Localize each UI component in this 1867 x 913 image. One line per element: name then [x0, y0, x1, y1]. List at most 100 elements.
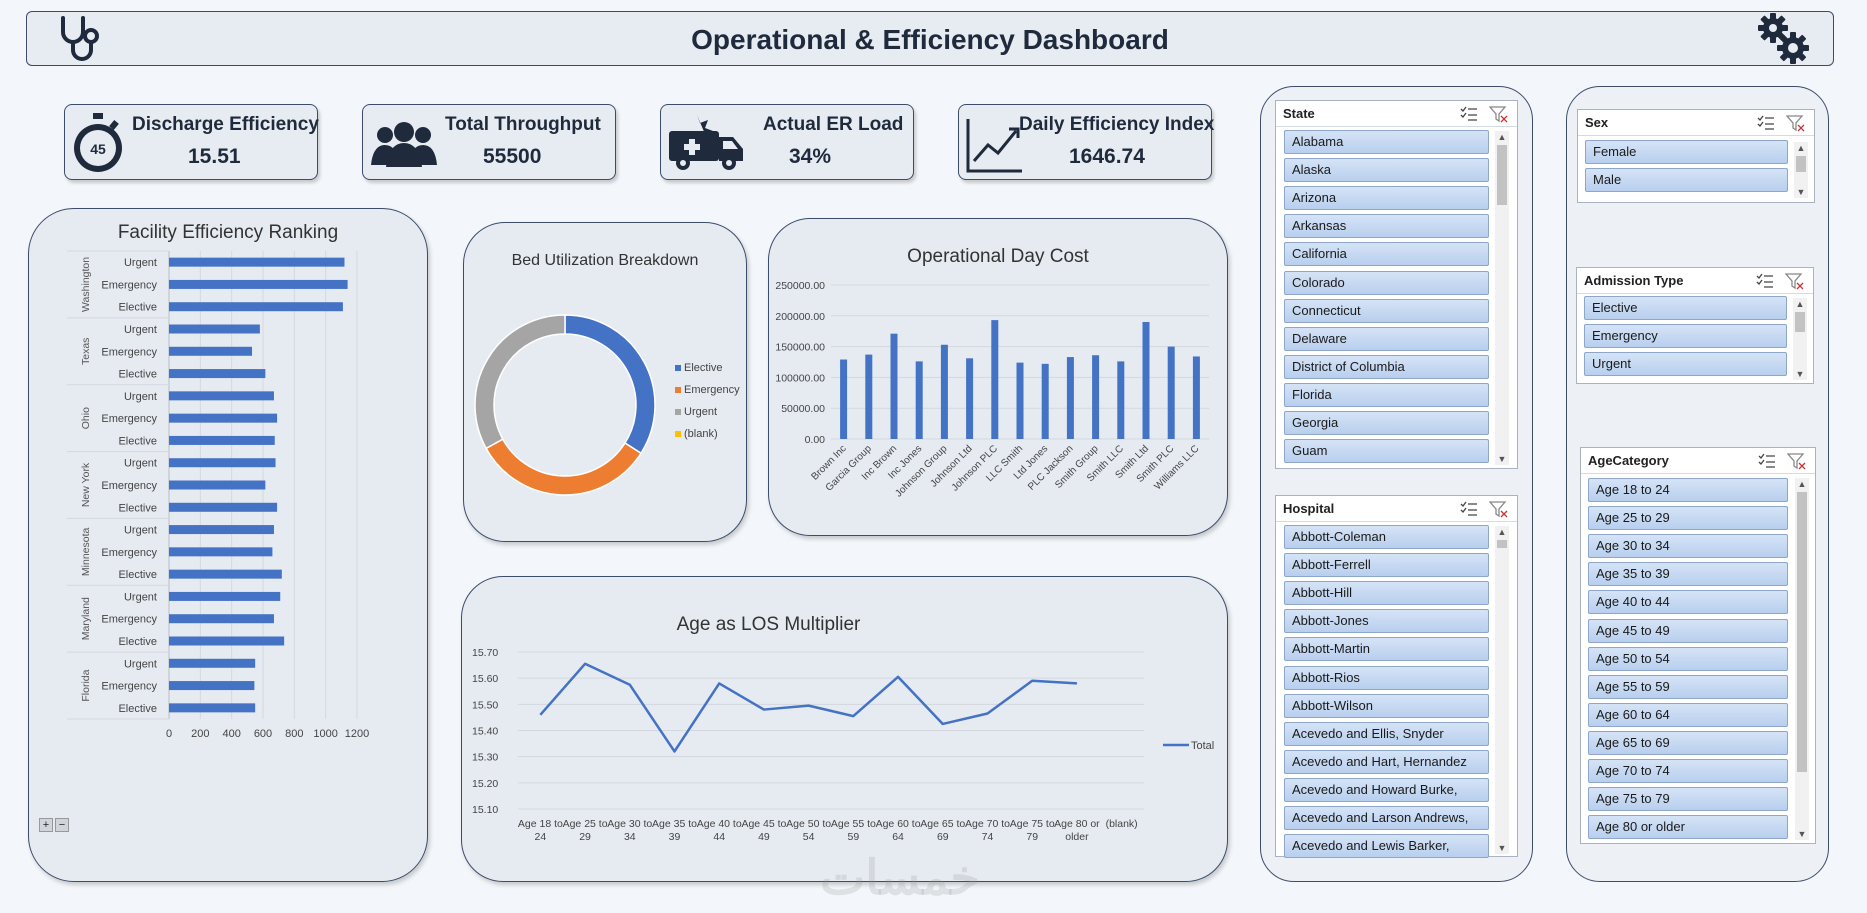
bar	[169, 547, 273, 557]
multi-select-icon[interactable]	[1459, 500, 1479, 518]
slicer-item[interactable]: Age 18 to 24	[1588, 478, 1788, 502]
slicer-item[interactable]: District of Columbia	[1284, 354, 1489, 379]
scroll-thumb[interactable]	[1796, 156, 1806, 172]
scroll-up-icon[interactable]: ▲	[1793, 298, 1807, 310]
slicer-item[interactable]: Age 55 to 59	[1588, 674, 1788, 699]
x-tick-label: Age 35 to 39	[652, 818, 697, 843]
x-tick-label: 200	[191, 728, 209, 740]
slicer-item[interactable]: Female	[1585, 140, 1788, 164]
slicer-scrollbar[interactable]: ▲ ▼	[1795, 478, 1809, 840]
slicer-title: Admission Type	[1584, 273, 1684, 288]
slicer-item[interactable]: Age 75 to 79	[1588, 787, 1788, 812]
scroll-up-icon[interactable]: ▲	[1795, 478, 1809, 490]
multi-select-icon[interactable]	[1757, 452, 1777, 470]
slicer-item[interactable]: Age 80 or older	[1588, 815, 1788, 840]
kpi-label: Discharge Efficiency	[132, 114, 319, 135]
dashboard-header: Operational & Efficiency Dashboard	[26, 11, 1834, 66]
bar	[1167, 346, 1175, 439]
slicer-item[interactable]: Acevedo and Lewis Barker,	[1284, 834, 1489, 859]
slicer-item[interactable]: Connecticut	[1284, 298, 1489, 323]
slicer-item[interactable]: Acevedo and Ellis, Snyder	[1284, 721, 1489, 746]
clear-filter-icon[interactable]	[1787, 452, 1807, 470]
y-tick-label: 150000.00	[775, 342, 825, 354]
clear-filter-icon[interactable]	[1489, 105, 1509, 123]
slicer-item[interactable]: Age 60 to 64	[1588, 702, 1788, 727]
svg-text:45: 45	[90, 141, 106, 157]
scroll-down-icon[interactable]: ▼	[1794, 186, 1808, 198]
slicer-item[interactable]: Abbott-Wilson	[1284, 693, 1489, 718]
slicer-item[interactable]: Abbott-Martin	[1284, 637, 1489, 662]
slicer-item[interactable]: Age 40 to 44	[1588, 590, 1788, 615]
slicer-item[interactable]: Acevedo and Howard Burke,	[1284, 777, 1489, 802]
slicer-item[interactable]: Emergency	[1584, 324, 1787, 348]
multi-select-icon[interactable]	[1459, 105, 1479, 123]
kpi-value: 55500	[483, 145, 542, 168]
clear-filter-icon[interactable]	[1786, 114, 1806, 132]
slicer-item[interactable]: Florida	[1284, 382, 1489, 407]
scroll-thumb[interactable]	[1497, 145, 1507, 205]
operational-day-cost-chart: 0.00 50000.00 100000.00 150000.00 200000.00 2…	[775, 280, 1209, 499]
x-tick-label: Age 18 to 24	[518, 818, 563, 843]
legend-label: Urgent	[684, 406, 717, 418]
bar	[840, 359, 848, 439]
slicer-item[interactable]: Abbott-Coleman	[1284, 525, 1489, 549]
slicer-item[interactable]: Guam	[1284, 439, 1489, 464]
multi-select-icon[interactable]	[1755, 272, 1775, 290]
scroll-up-icon[interactable]: ▲	[1495, 526, 1509, 538]
slicer-item[interactable]: Colorado	[1284, 270, 1489, 295]
slicer-item[interactable]: Acevedo and Hart, Hernandez	[1284, 749, 1489, 774]
scroll-up-icon[interactable]: ▲	[1495, 131, 1509, 143]
slicer-item[interactable]: Age 35 to 39	[1588, 562, 1788, 587]
scroll-down-icon[interactable]: ▼	[1795, 828, 1809, 840]
legend-label: Total	[1191, 740, 1214, 752]
slicer-item[interactable]: Abbott-Hill	[1284, 581, 1489, 606]
slicer-item[interactable]: Age 30 to 34	[1588, 534, 1788, 559]
slicer-item[interactable]: Male	[1585, 168, 1788, 192]
slicer-item[interactable]: Urgent	[1584, 352, 1787, 376]
slicer-scrollbar[interactable]: ▲ ▼	[1495, 131, 1509, 465]
scroll-thumb[interactable]	[1497, 540, 1507, 548]
slicer-item[interactable]: Age 70 to 74	[1588, 759, 1788, 783]
category-label: Elective	[118, 435, 157, 447]
hospital-slicer: Hospital Abbott-Coleman Abbott-Ferrell Abb…	[1275, 495, 1518, 859]
slicer-item[interactable]: Alaska	[1284, 158, 1489, 183]
collapse-button[interactable]: −	[55, 818, 69, 832]
clear-filter-icon[interactable]	[1489, 500, 1509, 518]
x-tick-label: Age 65 to 69	[920, 818, 965, 843]
slicer-item[interactable]: Age 65 to 69	[1588, 730, 1788, 755]
slicer-header: AgeCategory	[1581, 448, 1815, 474]
trend-up-icon	[966, 119, 1022, 173]
slicer-scrollbar[interactable]: ▲ ▼	[1794, 142, 1808, 198]
scroll-down-icon[interactable]: ▼	[1495, 453, 1509, 465]
scroll-down-icon[interactable]: ▼	[1495, 842, 1509, 854]
group-label: Ohio	[80, 407, 92, 429]
slicer-item[interactable]: Alabama	[1284, 130, 1489, 154]
y-tick-label: 15.40	[472, 726, 498, 738]
scroll-down-icon[interactable]: ▼	[1793, 368, 1807, 380]
slicer-item[interactable]: Arizona	[1284, 186, 1489, 211]
slicer-item[interactable]: Delaware	[1284, 326, 1489, 351]
slicer-item[interactable]: California	[1284, 242, 1489, 267]
legend-label: (blank)	[684, 428, 718, 440]
expand-button[interactable]: +	[39, 818, 53, 832]
kpi-card-daily-efficiency-index: Daily Efficiency Index 1646.74	[958, 104, 1214, 180]
slicer-item[interactable]: Arkansas	[1284, 214, 1489, 239]
scroll-up-icon[interactable]: ▲	[1794, 142, 1808, 154]
slicer-item[interactable]: Abbott-Rios	[1284, 665, 1489, 690]
slicer-item[interactable]: Abbott-Ferrell	[1284, 553, 1489, 578]
multi-select-icon[interactable]	[1756, 114, 1776, 132]
slicer-item[interactable]: Age 50 to 54	[1588, 646, 1788, 671]
slicer-item[interactable]: Abbott-Jones	[1284, 609, 1489, 634]
slicer-item[interactable]: Georgia	[1284, 411, 1489, 435]
slicer-scrollbar[interactable]: ▲ ▼	[1495, 526, 1509, 854]
scroll-thumb[interactable]	[1797, 492, 1807, 772]
clear-filter-icon[interactable]	[1785, 272, 1805, 290]
slicer-scrollbar[interactable]: ▲ ▼	[1793, 298, 1807, 380]
slicer-item[interactable]: Acevedo and Larson Andrews,	[1284, 806, 1489, 830]
scroll-thumb[interactable]	[1795, 312, 1805, 332]
slicer-item[interactable]: Elective	[1584, 296, 1787, 320]
people-icon	[371, 122, 437, 167]
slicer-item[interactable]: Age 45 to 49	[1588, 618, 1788, 643]
bar	[1016, 362, 1024, 439]
slicer-item[interactable]: Age 25 to 29	[1588, 506, 1788, 531]
